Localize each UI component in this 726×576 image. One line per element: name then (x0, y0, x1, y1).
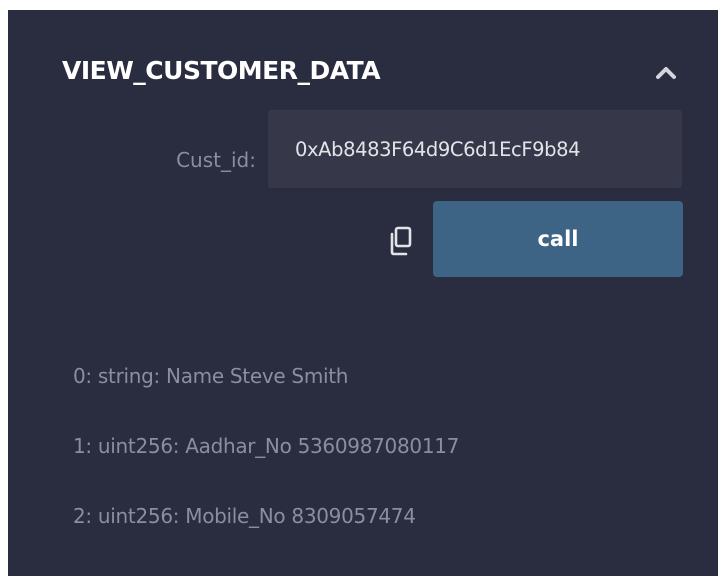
result-line-0: 0: string: Name Steve Smith (73, 364, 349, 388)
call-button[interactable]: call (433, 201, 683, 277)
copy-icon[interactable] (384, 224, 416, 258)
chevron-up-icon[interactable] (652, 60, 680, 84)
result-line-2: 2: uint256: Mobile_No 8309057474 (73, 504, 416, 528)
cust-id-label: Cust_id: (176, 148, 256, 172)
function-title: VIEW_CUSTOMER_DATA (62, 56, 381, 85)
result-line-1: 1: uint256: Aadhar_No 5360987080117 (73, 434, 460, 458)
function-panel (8, 10, 718, 576)
cust-id-input[interactable] (268, 110, 682, 188)
